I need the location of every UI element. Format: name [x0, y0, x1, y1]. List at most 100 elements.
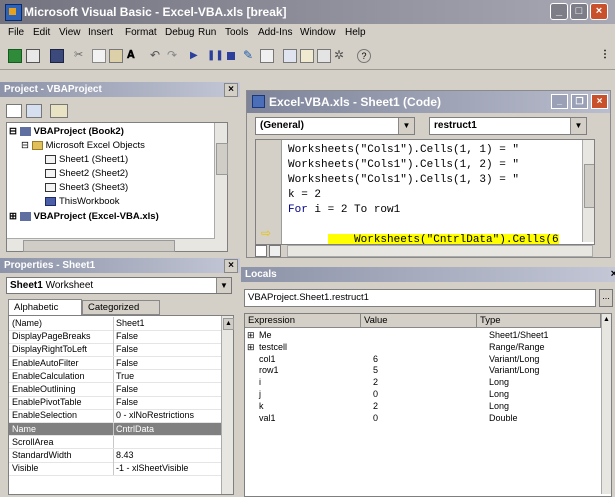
code-line[interactable]: For i = 2 To row1 — [288, 204, 400, 216]
save-icon[interactable] — [50, 49, 64, 63]
full-module-view-icon[interactable] — [269, 245, 281, 257]
property-row[interactable]: EnableAutoFilter False — [9, 356, 223, 371]
menu-run[interactable]: Run — [198, 27, 216, 38]
tree-node-thisworkbook[interactable]: ThisWorkbook — [45, 196, 120, 207]
menu-tools[interactable]: Tools — [225, 27, 248, 38]
property-row[interactable]: EnableCalculation True — [9, 369, 223, 384]
object-selector[interactable]: Sheet1 Worksheet ▼ — [6, 277, 232, 294]
menu-addins[interactable]: Add-Ins — [258, 27, 292, 38]
expand-icon[interactable]: ⊞ — [247, 330, 255, 341]
undo-icon[interactable]: ↶ — [150, 49, 164, 63]
code-line[interactable]: Worksheets("Cols1").Cells(1, 2) = " — [288, 159, 519, 171]
property-row[interactable]: Name CntrlData — [9, 422, 223, 437]
locals-value[interactable]: 0 — [373, 413, 378, 423]
locals-row[interactable]: ⊞ testcell Range/Range — [245, 342, 611, 354]
chevron-down-icon[interactable]: ▼ — [570, 118, 586, 134]
call-stack-button[interactable]: ... — [599, 289, 613, 307]
property-row[interactable]: DisplayRightToLeft False — [9, 343, 223, 357]
code-line[interactable]: Worksheets("Cols1").Cells(1, 1) = " — [288, 144, 519, 156]
view-excel-icon[interactable] — [8, 49, 22, 63]
procedure-combo[interactable]: restruct1 ▼ — [429, 117, 587, 135]
paste-icon[interactable] — [109, 49, 123, 63]
code-close-button[interactable]: × — [591, 94, 608, 109]
tab-alphabetic[interactable]: Alphabetic — [8, 299, 82, 315]
menu-debug[interactable]: Debug — [165, 27, 194, 38]
minimize-button[interactable]: _ — [550, 3, 568, 20]
locals-value[interactable]: 2 — [373, 401, 378, 411]
run-icon[interactable]: ▶ — [190, 49, 204, 63]
properties-window-icon[interactable] — [283, 49, 297, 63]
maximize-button[interactable]: □ — [570, 3, 588, 20]
toggle-folders-button[interactable] — [50, 104, 68, 118]
tab-categorized[interactable]: Categorized — [82, 300, 160, 315]
redo-icon[interactable]: ↷ — [167, 49, 181, 63]
tree-node-sheet1[interactable]: Sheet1 (Sheet1) — [45, 154, 128, 165]
project-horizontal-scrollbar[interactable] — [7, 238, 215, 252]
menu-format[interactable]: Format — [125, 27, 157, 38]
chevron-down-icon[interactable]: ▼ — [216, 278, 231, 293]
menu-window[interactable]: Window — [300, 27, 336, 38]
column-header-type[interactable]: Type — [477, 314, 601, 328]
property-value[interactable]: 0 - xlNoRestrictions — [116, 410, 194, 420]
expand-icon[interactable]: ⊞ — [247, 342, 255, 353]
close-button[interactable]: × — [590, 3, 608, 20]
property-grid-scrollbar[interactable]: ▲ — [221, 316, 234, 494]
property-row[interactable]: DisplayPageBreaks False — [9, 330, 223, 344]
property-value[interactable]: True — [116, 371, 134, 381]
property-row[interactable]: EnableOutlining False — [9, 383, 223, 397]
column-header-expression[interactable]: Expression — [245, 314, 361, 328]
copy-icon[interactable] — [92, 49, 106, 63]
property-row[interactable]: (Name) Sheet1 — [9, 317, 223, 331]
locals-row[interactable]: row1 5 Variant/Long — [245, 365, 611, 377]
code-vertical-scrollbar[interactable] — [582, 140, 594, 242]
menu-help[interactable]: Help — [345, 27, 366, 38]
collapse-icon[interactable]: ⊟ — [9, 126, 17, 137]
code-line[interactable]: Worksheets("Cols1").Cells(1, 3) = " — [288, 174, 519, 186]
cut-icon[interactable]: ✂ — [74, 49, 88, 63]
project-pane-close-button[interactable]: × — [224, 83, 238, 97]
property-row[interactable]: EnablePivotTable False — [9, 396, 223, 410]
property-row[interactable]: ScrollArea — [9, 435, 223, 450]
menu-edit[interactable]: Edit — [33, 27, 50, 38]
break-icon[interactable]: ❚❚ — [207, 49, 224, 63]
project-vertical-scrollbar[interactable] — [214, 123, 228, 251]
locals-value[interactable]: 5 — [373, 365, 378, 375]
object-combo[interactable]: (General) ▼ — [255, 117, 415, 135]
locals-value[interactable]: 6 — [373, 354, 378, 364]
property-grid[interactable]: (Name) Sheet1 DisplayPageBreaks False Displa… — [8, 315, 234, 495]
locals-scrollbar[interactable]: ▲ — [601, 314, 611, 494]
view-object-button[interactable] — [26, 104, 42, 118]
toolbar-overflow-icon[interactable]: ⋮ — [600, 49, 614, 63]
property-row[interactable]: Visible -1 - xlSheetVisible — [9, 462, 223, 476]
chevron-down-icon[interactable]: ▼ — [398, 118, 414, 134]
locals-grid[interactable]: Expression Value Type ⊞ Me Sheet1/Sheet1 ⊞ t… — [244, 313, 612, 497]
property-value[interactable]: False — [116, 384, 138, 394]
properties-pane-close-button[interactable]: × — [224, 259, 238, 273]
view-code-button[interactable] — [6, 104, 22, 118]
help-icon[interactable]: ? — [357, 49, 371, 63]
property-value[interactable]: False — [116, 358, 138, 368]
tree-node-vbaproject-book2[interactable]: ⊟ VBAProject (Book2) — [9, 126, 124, 137]
locals-row[interactable]: col1 6 Variant/Long — [245, 354, 611, 366]
margin-indicator-bar[interactable]: ⇨ — [256, 140, 282, 244]
locals-value[interactable]: 0 — [373, 389, 378, 399]
design-mode-icon[interactable]: ✎ — [243, 49, 257, 63]
locals-value[interactable]: 2 — [373, 377, 378, 387]
tree-node-sheet2[interactable]: Sheet2 (Sheet2) — [45, 168, 128, 179]
tab-order-icon[interactable]: ✲ — [334, 49, 348, 63]
property-value[interactable]: 8.43 — [116, 450, 134, 460]
column-header-value[interactable]: Value — [361, 314, 477, 328]
code-restore-button[interactable]: ❐ — [571, 94, 588, 109]
property-value[interactable]: False — [116, 331, 138, 341]
reset-icon[interactable] — [224, 49, 238, 63]
property-value[interactable]: False — [116, 344, 138, 354]
toolbox-icon[interactable] — [317, 49, 331, 63]
property-value[interactable]: CntrlData — [116, 424, 154, 434]
code-horizontal-scrollbar[interactable] — [287, 245, 593, 257]
tree-node-sheet3[interactable]: Sheet3 (Sheet3) — [45, 182, 128, 193]
find-icon[interactable]: 𝐀 — [127, 49, 141, 63]
locals-row[interactable]: k 2 Long — [245, 401, 611, 413]
locals-row[interactable]: ⊞ Me Sheet1/Sheet1 — [245, 330, 611, 342]
menu-view[interactable]: View — [59, 27, 81, 38]
tree-node-vbaproject-excel-vba[interactable]: ⊞ VBAProject (Excel-VBA.xls) — [9, 211, 159, 222]
